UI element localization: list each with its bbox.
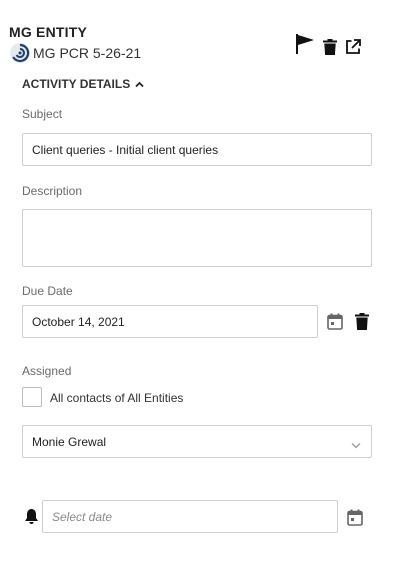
subject-input[interactable]: Client queries - Initial client queries [22,133,372,166]
due-date-value: October 14, 2021 [32,314,125,329]
assignee-value: Monie Grewal [32,434,107,449]
assigned-label: Assigned [22,364,72,378]
all-contacts-label: All contacts of All Entities [50,391,184,405]
clear-due-date-trash-icon[interactable] [355,313,369,335]
all-contacts-checkbox[interactable] [22,387,42,407]
header-actions [295,33,361,60]
reminder-date-input[interactable]: Select date [42,500,338,533]
record-type-icon [10,43,30,63]
reminder-calendar-icon[interactable] [347,509,363,531]
calendar-icon[interactable] [327,313,343,335]
subject-label: Subject [22,107,63,121]
description-label: Description [22,184,83,198]
activity-details-toggle[interactable]: ACTIVITY DETAILS [22,77,144,91]
bell-icon [24,508,39,530]
entity-title: MG ENTITY [9,24,88,40]
assignee-select[interactable]: Monie Grewal [22,425,372,458]
subject-value: Client queries - Initial client queries [32,142,219,157]
record-name: MG PCR 5-26-21 [33,45,142,61]
description-textarea[interactable] [22,209,372,267]
chevron-up-icon [135,77,144,91]
trash-icon[interactable] [323,39,337,60]
flag-icon[interactable] [295,33,315,60]
open-external-icon[interactable] [345,39,361,60]
activity-panel: MG ENTITY MG PCR 5-26-21 ACTIVITY DETAIL… [0,0,397,561]
due-date-label: Due Date [22,284,73,298]
chevron-down-icon [351,438,361,452]
section-title: ACTIVITY DETAILS [22,77,131,91]
due-date-input[interactable]: October 14, 2021 [22,305,318,338]
record-link[interactable]: MG PCR 5-26-21 [9,43,141,63]
reminder-date-placeholder: Select date [52,509,113,524]
